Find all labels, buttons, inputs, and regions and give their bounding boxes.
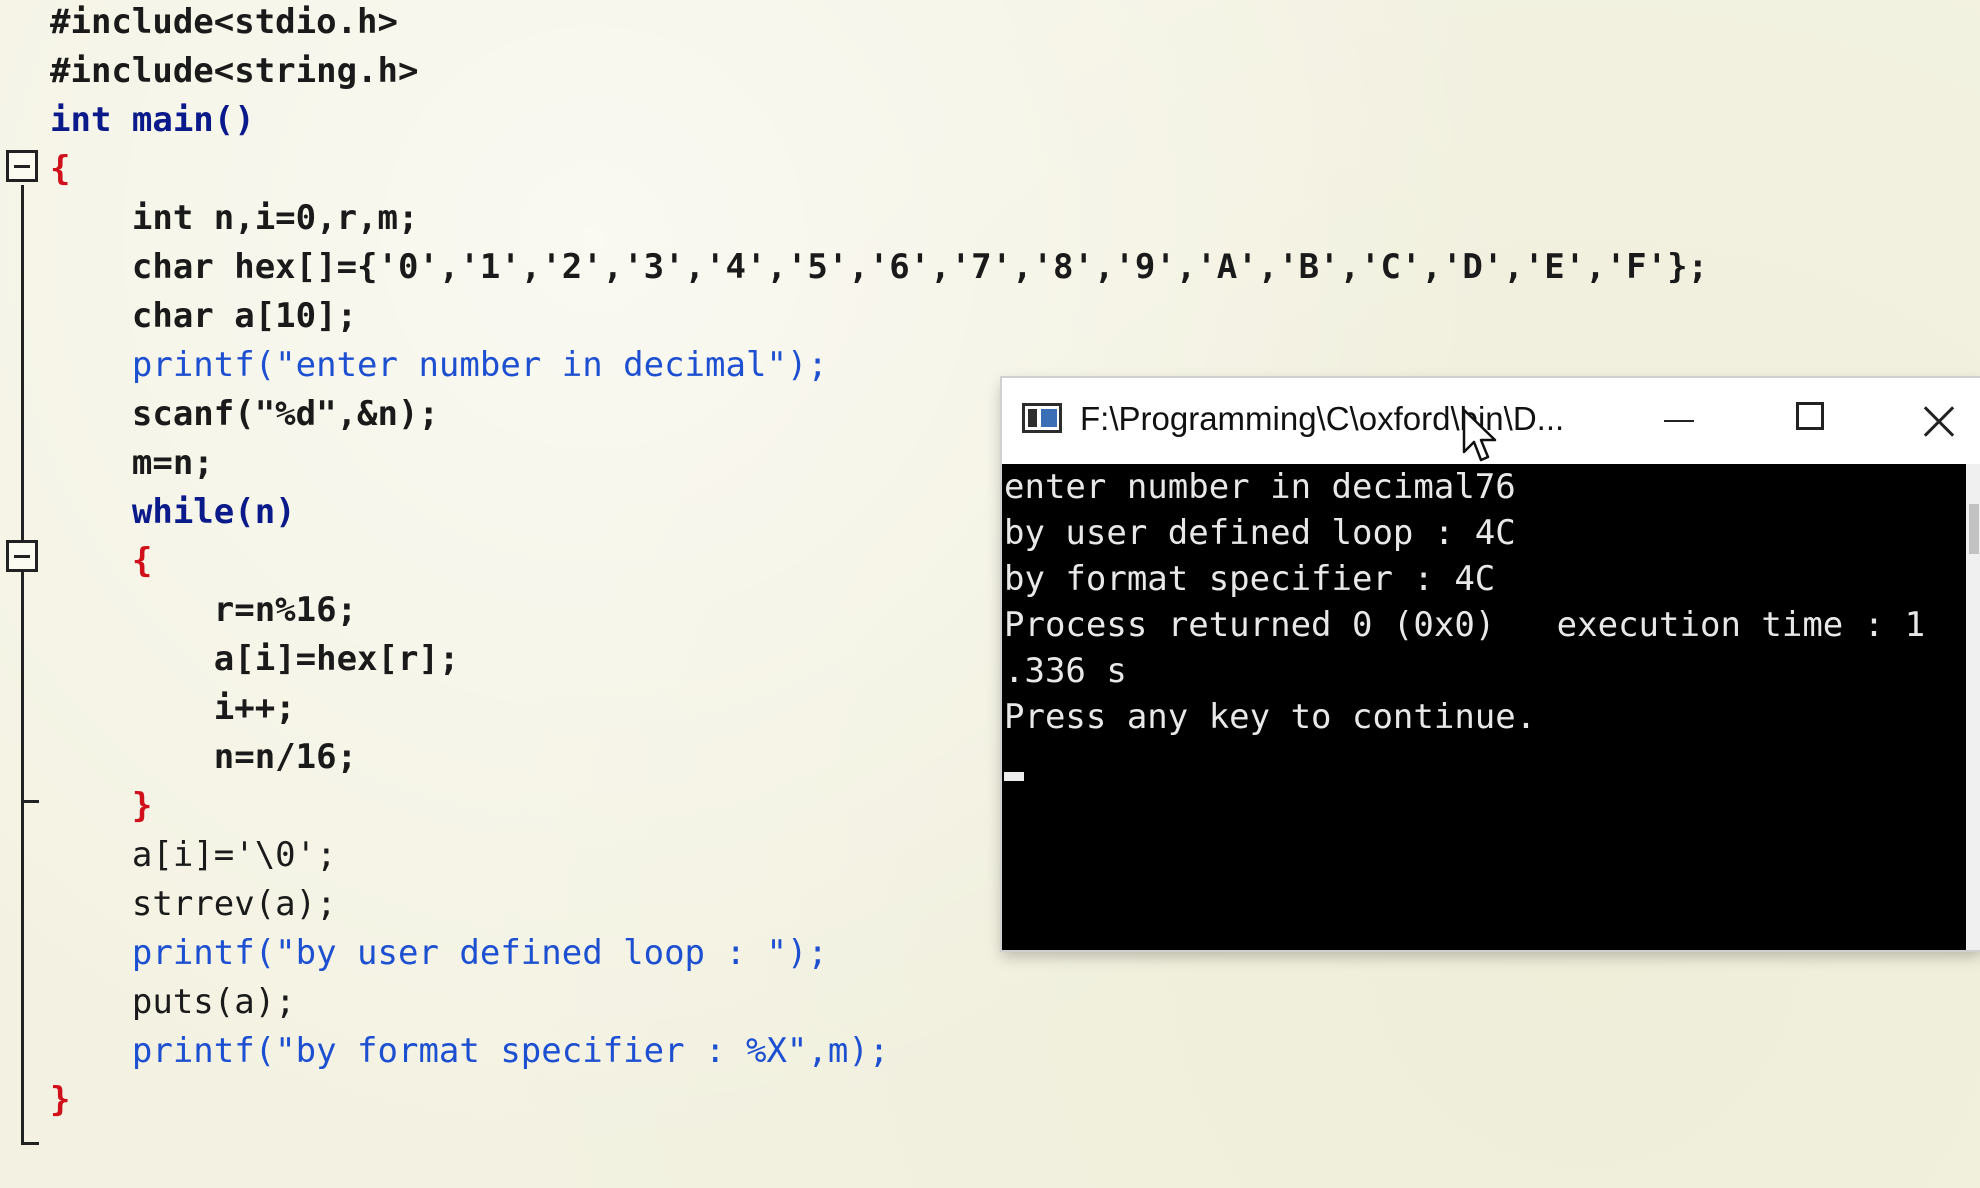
main-open-brace: { <box>50 149 71 189</box>
console-line-5: .336 s <box>1004 651 1127 691</box>
code-line-1: #include<stdio.h> <box>50 0 398 44</box>
divide-statement: n=n/16; <box>50 737 358 777</box>
code-line-17: } <box>50 784 152 828</box>
desktop-screen: #include<stdio.h> #include<string.h> int… <box>0 0 1980 1188</box>
console-line-2: by user defined loop : 4C <box>1004 513 1516 553</box>
hex-array-declaration: char hex[]={'0','1','2','3','4','5','6',… <box>50 247 1709 287</box>
while-statement: while(n) <box>50 492 296 532</box>
console-app-icon <box>1022 403 1062 433</box>
fold-guide-line <box>21 185 24 1145</box>
hex-lookup-statement: a[i]=hex[r]; <box>50 639 460 679</box>
include-stdio: #include<stdio.h> <box>50 2 398 42</box>
null-terminate-statement: a[i]='\0'; <box>50 835 337 875</box>
code-line-22: printf("by format specifier : %X",m); <box>50 1029 889 1073</box>
maximize-button[interactable] <box>1768 386 1854 456</box>
main-signature: int main() <box>50 100 255 140</box>
var-declaration: int n,i=0,r,m; <box>50 198 419 238</box>
minimize-button[interactable] <box>1634 386 1720 456</box>
console-scroll-thumb[interactable] <box>1969 504 1979 554</box>
code-line-16: n=n/16; <box>50 735 357 779</box>
code-line-11: while(n) <box>50 490 296 534</box>
increment-statement: i++; <box>50 688 296 728</box>
code-line-23: } <box>50 1078 70 1122</box>
fold-end-main-marker <box>21 1142 39 1145</box>
code-line-9: scanf("%d",&n); <box>50 392 439 436</box>
puts-statement: puts(a); <box>50 982 296 1022</box>
main-close-brace: } <box>50 1080 71 1120</box>
console-line-6: Press any key to continue. <box>1004 697 1537 737</box>
fold-collapse-while-icon[interactable] <box>6 540 38 572</box>
code-line-13: r=n%16; <box>50 588 357 632</box>
code-line-10: m=n; <box>50 441 214 485</box>
console-scrollbar[interactable] <box>1966 464 1980 950</box>
code-line-15: i++; <box>50 686 296 730</box>
remainder-statement: r=n%16; <box>50 590 358 630</box>
code-line-4: { <box>50 147 70 191</box>
code-line-14: a[i]=hex[r]; <box>50 637 460 681</box>
console-line-3: by format specifier : 4C <box>1004 559 1496 599</box>
scanf-statement: scanf("%d",&n); <box>50 394 439 434</box>
console-line-1: enter number in decimal76 <box>1004 467 1516 507</box>
fold-end-while-marker <box>21 800 39 803</box>
console-line-4: Process returned 0 (0x0) execution time … <box>1004 605 1926 645</box>
console-output-area[interactable]: enter number in decimal76 by user define… <box>1002 464 1966 950</box>
include-string: #include<string.h> <box>50 51 419 91</box>
code-line-20: printf("by user defined loop : "); <box>50 931 828 975</box>
code-line-8: printf("enter number in decimal"); <box>50 343 828 387</box>
code-line-18: a[i]='\0'; <box>50 833 337 877</box>
while-close-brace: } <box>50 786 153 826</box>
code-line-2: #include<string.h> <box>50 49 418 93</box>
fold-collapse-main-icon[interactable] <box>6 150 38 182</box>
assign-m: m=n; <box>50 443 214 483</box>
printf-prompt: printf("enter number in decimal"); <box>50 345 828 385</box>
strrev-statement: strrev(a); <box>50 884 337 924</box>
char-array-declaration: char a[10]; <box>50 296 358 336</box>
fold-gutter <box>0 0 48 1188</box>
code-line-7: char a[10]; <box>50 294 357 338</box>
while-open-brace: { <box>50 541 153 581</box>
printf-format-label: printf("by format specifier : %X",m); <box>50 1031 890 1071</box>
mouse-pointer-icon <box>1462 408 1497 462</box>
printf-loop-label: printf("by user defined loop : "); <box>50 933 828 973</box>
code-line-3: int main() <box>50 98 255 142</box>
code-line-21: puts(a); <box>50 980 296 1024</box>
close-button[interactable] <box>1894 386 1980 456</box>
code-line-5: int n,i=0,r,m; <box>50 196 419 240</box>
code-line-19: strrev(a); <box>50 882 337 926</box>
code-line-12: { <box>50 539 152 583</box>
code-line-6: char hex[]={'0','1','2','3','4','5','6',… <box>50 245 1708 289</box>
console-text-cursor <box>1004 772 1024 781</box>
